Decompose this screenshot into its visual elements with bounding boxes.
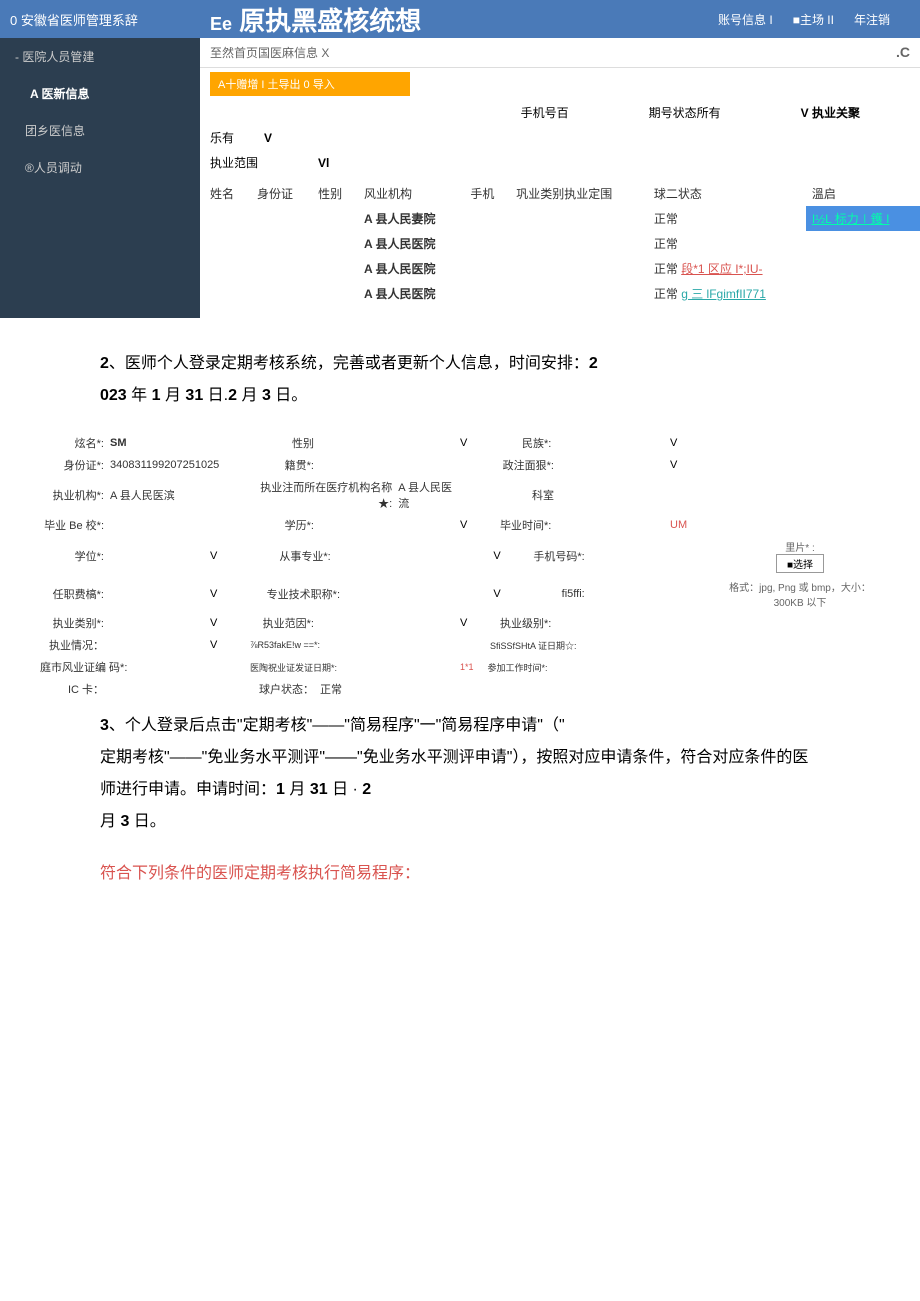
- label-major: 从事专业*:: [267, 548, 337, 564]
- content-area: 至然首页国医麻信息 X .C A十赠增 I 土导出 0 导入 手机号百 期号状态…: [200, 38, 920, 318]
- label-level: 执业级别*:: [487, 615, 557, 631]
- doctor-table: 姓名 身份证 性别 风业机构 手机 巩业类别执业定围 球二状态 溫启 A 县人民…: [200, 181, 920, 306]
- label-dept: 科室: [490, 487, 560, 503]
- table-header-row: 姓名 身份证 性别 风业机构 手机 巩业类别执业定围 球二状态 溫启: [200, 181, 920, 206]
- filter-has-label: 乐有: [210, 129, 234, 146]
- tab-doctor-info[interactable]: 至然首页国医麻信息 X: [210, 44, 329, 61]
- label-edu: 学历*:: [250, 517, 320, 533]
- label-scope: 执业范因*:: [250, 615, 320, 631]
- system-label: 0 安徽省医师管理系辞: [0, 10, 200, 29]
- row-action[interactable]: I½L 标力∣鑊 I: [812, 212, 890, 226]
- filter-row-3: 执业范围 Vl: [200, 150, 920, 175]
- filter-period-label: 期号状态所有: [649, 104, 721, 121]
- header-actions: 账号信息 I ■主场 II 年注销: [718, 11, 920, 28]
- format-hint: 格式：jpg, Png 或 bmp，大小：300KB 以下: [720, 579, 880, 609]
- home-link[interactable]: ■主场 II: [793, 11, 834, 28]
- th-category: 巩业类别执业定围: [510, 181, 648, 206]
- filter-row-1: 手机号百 期号状态所有 V 执业关聚: [200, 100, 920, 125]
- label-work-time: 参加工作时间*:: [484, 661, 554, 674]
- th-phone: 手机: [464, 181, 510, 206]
- th-status: 球二状态: [648, 181, 806, 206]
- label-inst: 执业注而所在医疗机构名称 ★:: [250, 479, 398, 511]
- label-date-small: ⅞R53fakE!w ==*:: [250, 640, 326, 650]
- label-degree: 学位*:: [40, 548, 110, 564]
- label-tech-title: 专业技术职称*:: [267, 586, 346, 602]
- label-gender: 性别: [250, 435, 320, 451]
- label-cert-no: 庭市风业证编 码*:: [40, 659, 133, 675]
- sidebar-item-staff[interactable]: - 医院人员管建: [0, 38, 200, 75]
- label-issue: 医陶祝业证发证日期*:: [250, 661, 343, 674]
- value-org: A 县人民医滨: [110, 487, 175, 503]
- table-row[interactable]: A 县人民妻院 正常 I½L 标力∣鑊 I: [200, 206, 920, 231]
- value-account-status: 正常: [320, 681, 342, 697]
- label-political: 政注面狠*:: [490, 457, 560, 473]
- table-row[interactable]: A 县人民医院 正常: [200, 231, 920, 256]
- label-ethnicity: 民族*:: [487, 435, 557, 451]
- photo-area: 里片* : ■选择: [720, 539, 880, 573]
- th-name: 姓名: [200, 181, 251, 206]
- section-2-text: 2、医师个人登录定期考核系统，完善或者更新个人信息，时间安排：2 023 年 1…: [0, 318, 920, 432]
- label-ic: IC 卡：: [40, 681, 110, 697]
- label-account-status: 球户状态：: [250, 681, 320, 697]
- filter-phone-label: 手机号百: [521, 104, 569, 121]
- label-fi5ffi: fi5ffi:: [521, 588, 591, 600]
- filter-relation-label: V 执业关聚: [801, 104, 860, 121]
- label-native: 籍贯*:: [250, 457, 320, 473]
- th-id: 身份证: [251, 181, 312, 206]
- filter-has-value[interactable]: V: [264, 131, 272, 145]
- sidebar-item-transfer[interactable]: ®人员调动: [0, 149, 200, 186]
- label-title: 任职费槁*:: [40, 586, 110, 602]
- sidebar: - 医院人员管建 A 医新信息 团乡医信息 ®人员调动: [0, 38, 200, 318]
- label-school: 毕业 Be 校*:: [40, 517, 110, 533]
- filter-scope-label: 执业范围: [210, 154, 258, 171]
- header-bar: 0 安徽省医师管理系辞 Ee 原执黑盛核统想 账号信息 I ■主场 II 年注销: [0, 0, 920, 38]
- table-row[interactable]: A 县人民医院 正常 g 三 lFgimfII771: [200, 281, 920, 306]
- label-situation: 执业情况：: [40, 637, 110, 653]
- label-name: 炫名*:: [40, 435, 110, 451]
- tab-close-icon[interactable]: .C: [896, 44, 910, 61]
- sidebar-item-doctor-info[interactable]: A 医新信息: [0, 75, 200, 112]
- value-gradtime: UM: [670, 519, 687, 531]
- label-phone: 手机号码*:: [521, 548, 591, 564]
- filter-row-2: 乐有 V: [200, 125, 920, 150]
- tab-bar: 至然首页国医麻信息 X .C: [200, 38, 920, 68]
- select-photo-button[interactable]: ■选择: [776, 554, 824, 573]
- section-3-text: 3、个人登录后点击"定期考核"——"简易程序"一"简易程序申请"（" 定期考核"…: [0, 700, 920, 910]
- label-id: 身份证*:: [40, 457, 110, 473]
- label-category: 执业类别*:: [40, 615, 110, 631]
- red-condition-text: 符合下列条件的医师定期考核执行简易程序：: [100, 858, 820, 890]
- label-org: 执业机构*:: [40, 487, 110, 503]
- personal-info-form: 炫名*:SM 性别 V民族*: V 身份证*:34083119920725102…: [0, 432, 920, 700]
- page-title: Ee 原执黑盛核统想: [200, 1, 718, 38]
- table-row[interactable]: A 县人民医院 正常 段*1 区应 I*;IU-: [200, 256, 920, 281]
- th-gender: 性别: [312, 181, 358, 206]
- main-layout: - 医院人员管建 A 医新信息 团乡医信息 ®人员调动 至然首页国医麻信息 X …: [0, 38, 920, 318]
- account-info-link[interactable]: 账号信息 I: [718, 11, 773, 28]
- label-gradtime: 毕业时间*:: [487, 517, 557, 533]
- toolbar-actions[interactable]: A十赠增 I 土导出 0 导入: [218, 79, 335, 91]
- value-inst: A 县人民医流: [398, 479, 460, 511]
- toolbar: A十赠增 I 土导出 0 导入: [210, 72, 410, 96]
- th-action: 溫启: [806, 181, 920, 206]
- sidebar-item-village-doctor[interactable]: 团乡医信息: [0, 112, 200, 149]
- value-id: 340831199207251025: [110, 459, 219, 471]
- value-name: SM: [110, 437, 127, 449]
- row-action[interactable]: 段*1 区应 I*;IU-: [681, 262, 762, 276]
- label-cert-date: SfiSSfSHtA 证日期☆:: [490, 639, 583, 652]
- filter-scope-value[interactable]: Vl: [318, 156, 329, 170]
- logout-link[interactable]: 年注销: [854, 11, 890, 28]
- th-org: 风业机构: [358, 181, 464, 206]
- row-action[interactable]: g 三 lFgimfII771: [681, 287, 766, 301]
